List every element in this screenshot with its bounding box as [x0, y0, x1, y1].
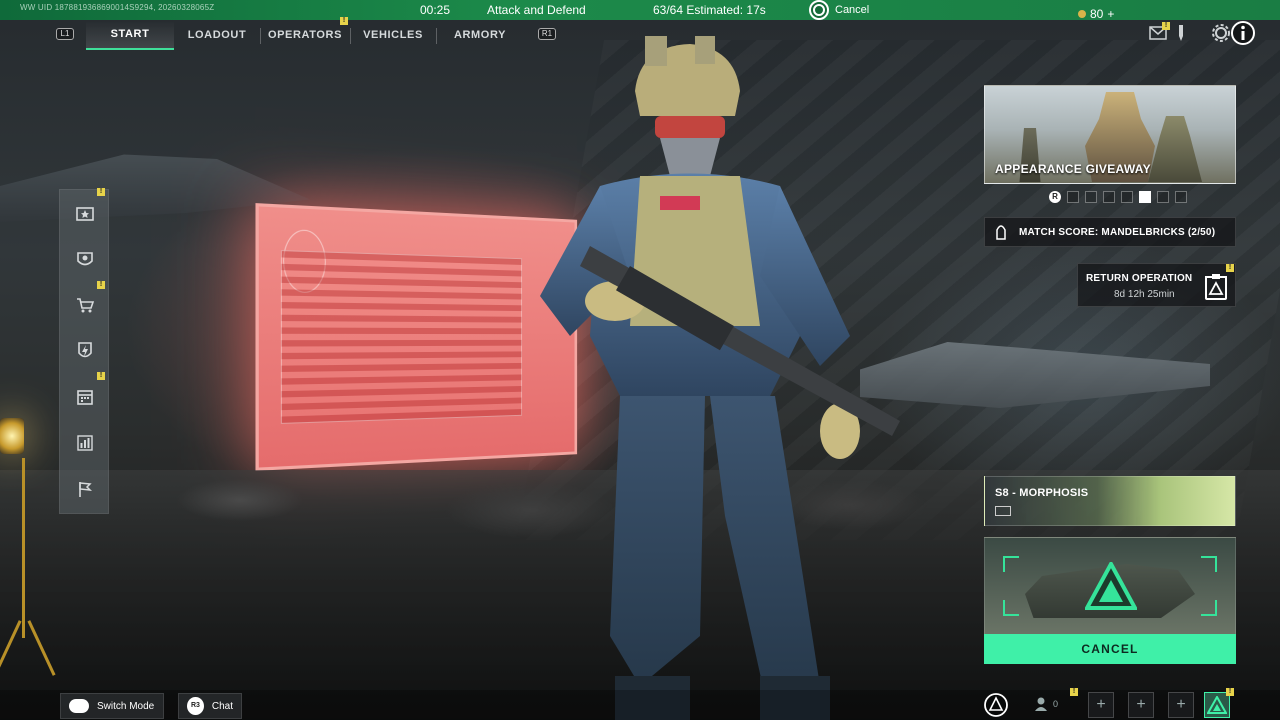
- chat-label: Chat: [211, 700, 233, 712]
- tab-operators[interactable]: OPERATORS: [261, 20, 349, 50]
- operator-character: [540, 36, 900, 720]
- match-score-challenge[interactable]: MATCH SCORE: MANDELBRICKS (2/50): [984, 217, 1236, 247]
- frame-corner: [1201, 556, 1217, 572]
- bar-chart-icon: [77, 435, 93, 451]
- tab-loadout[interactable]: LOADOUT: [174, 20, 260, 50]
- circle-button-icon: [809, 0, 829, 20]
- side-menu: [59, 189, 109, 514]
- carousel-dot[interactable]: [1067, 191, 1079, 203]
- game-mode-label: Attack and Defend: [487, 3, 586, 17]
- side-menu-item-operator[interactable]: [60, 236, 110, 282]
- player-emblem-icon: [1207, 696, 1227, 714]
- switch-mode-button[interactable]: Switch Mode: [60, 693, 164, 719]
- side-menu-item-events[interactable]: [60, 374, 110, 420]
- switch-mode-label: Switch Mode: [97, 700, 155, 712]
- season-banner[interactable]: S8 - MORPHOSIS: [984, 476, 1236, 526]
- currency-amount: 80: [1090, 7, 1104, 21]
- carousel-dot[interactable]: [1157, 191, 1169, 203]
- coin-icon: [1078, 10, 1086, 18]
- matchmaking-timer: 00:25: [420, 3, 451, 17]
- squad-emblem-icon[interactable]: [983, 692, 1009, 718]
- side-menu-item-battle-pass[interactable]: [60, 190, 110, 236]
- return-operation-event[interactable]: RETURN OPERATION 8d 12h 25min: [1077, 263, 1236, 307]
- carousel-dot[interactable]: [1121, 191, 1133, 203]
- return-operation-notification-icon: !: [1226, 264, 1234, 272]
- carousel-dot[interactable]: [1139, 191, 1151, 203]
- return-operation-title: RETURN OPERATION: [1086, 273, 1193, 284]
- l1-button-icon: L1: [56, 28, 74, 40]
- side-menu-notification-icon: !: [97, 188, 105, 196]
- squad-slot-add[interactable]: +: [1128, 692, 1154, 718]
- info-icon[interactable]: [1230, 20, 1256, 46]
- currency-display[interactable]: 80 +: [1078, 7, 1114, 21]
- side-menu-notification-icon: !: [97, 281, 105, 289]
- friends-indicator[interactable]: 0: [1033, 696, 1058, 712]
- tab-vehicles[interactable]: VEHICLES: [351, 20, 435, 50]
- carousel-dot[interactable]: [1175, 191, 1187, 203]
- matchmaking-cancel-button[interactable]: Cancel: [809, 0, 869, 20]
- calendar-icon: [77, 390, 93, 405]
- operator-badge-icon: [77, 252, 93, 266]
- carousel-dot[interactable]: [1103, 191, 1115, 203]
- cart-icon: [77, 298, 95, 313]
- match-score-label: MATCH SCORE: MANDELBRICKS (2/50): [1019, 226, 1216, 238]
- main-menu-screen: WW UID 1878819368690014S9294, 2026032806…: [0, 0, 1280, 720]
- r-button-icon: R: [1049, 191, 1061, 203]
- clipboard-icon: [1205, 274, 1227, 300]
- main-navigation: L1 START LOADOUT OPERATORS ! VEHICLES AR…: [0, 17, 1280, 54]
- flag-icon: [79, 482, 93, 497]
- squad-slot-add[interactable]: +: [1168, 692, 1194, 718]
- touchpad-button-icon: [69, 699, 89, 713]
- chat-button[interactable]: R3 Chat: [178, 693, 242, 719]
- side-menu-item-stats[interactable]: [60, 420, 110, 466]
- player-count-value: 63/64: [653, 3, 684, 17]
- lightning-shield-icon: [78, 342, 92, 358]
- return-operation-timer: 8d 12h 25min: [1114, 289, 1175, 300]
- matchmaking-cancel-label: Cancel: [835, 4, 870, 16]
- settings-gear-icon[interactable]: [1212, 24, 1230, 42]
- side-menu-notification-icon: !: [97, 372, 105, 380]
- star-box-icon: [76, 207, 94, 221]
- promo-carousel-indicator: R: [1049, 190, 1187, 204]
- frame-corner: [1003, 600, 1019, 616]
- promo-title: APPEARANCE GIVEAWAY: [995, 162, 1151, 176]
- frame-corner: [1003, 556, 1019, 572]
- r3-button-icon: R3: [187, 697, 204, 715]
- mode-emblem-icon: [1085, 562, 1137, 610]
- tab-start[interactable]: START: [86, 20, 174, 50]
- promo-banner[interactable]: APPEARANCE GIVEAWAY: [984, 85, 1236, 184]
- season-badge-icon: [995, 506, 1011, 516]
- carousel-dot[interactable]: [1085, 191, 1097, 203]
- side-menu-item-challenges[interactable]: [60, 466, 110, 512]
- user-id-text: WW UID 1878819368690014S9294, 2026032806…: [20, 3, 215, 12]
- friends-count: 0: [1053, 699, 1059, 709]
- squad-slot-add[interactable]: +: [1088, 692, 1114, 718]
- player-count: 63/64 Estimated: 17s: [653, 3, 766, 17]
- pen-icon[interactable]: [1176, 24, 1186, 42]
- cancel-matchmaking-button[interactable]: CANCEL: [984, 634, 1236, 664]
- r1-button-icon: R1: [538, 28, 556, 40]
- tab-armory[interactable]: ARMORY: [437, 20, 523, 50]
- add-currency-icon: +: [1107, 7, 1115, 21]
- friends-icon: [1035, 697, 1047, 711]
- operators-notification-icon: !: [340, 17, 348, 25]
- matchmaking-queue-card: [984, 537, 1236, 635]
- player-slot-notification-icon: !: [1226, 688, 1234, 696]
- mail-notification-icon: !: [1162, 22, 1170, 30]
- season-title: S8 - MORPHOSIS: [995, 487, 1089, 499]
- side-menu-item-boosts[interactable]: [60, 328, 110, 374]
- frame-corner: [1201, 600, 1217, 616]
- bullet-icon: [996, 225, 1006, 240]
- friends-notification-icon: !: [1070, 688, 1078, 696]
- estimated-time: Estimated: 17s: [686, 3, 766, 17]
